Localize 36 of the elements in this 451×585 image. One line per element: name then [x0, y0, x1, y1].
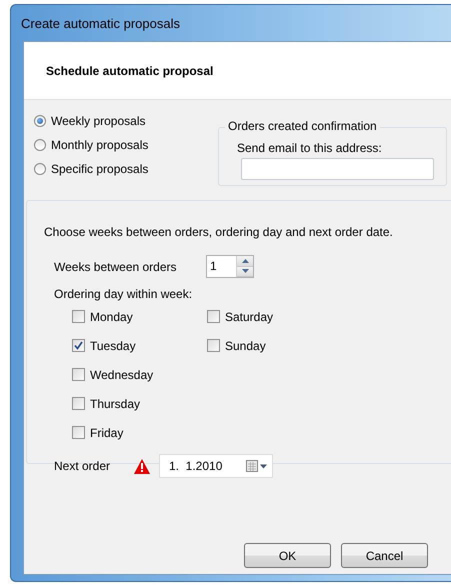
checkbox-label[interactable]: Thursday [90, 396, 140, 410]
radio-label[interactable]: Specific proposals [51, 162, 148, 176]
ok-button[interactable]: OK [244, 543, 331, 568]
checkbox-label[interactable]: Wednesday [90, 368, 154, 382]
checkbox[interactable] [72, 397, 85, 410]
instructions-text: Choose weeks between orders, ordering day and next order date. [44, 225, 394, 239]
calendar-dropdown-icon[interactable] [246, 459, 268, 473]
email-field[interactable] [241, 158, 434, 180]
weeks-spinner[interactable]: 1 [206, 255, 254, 278]
radio-label[interactable]: Monthly proposals [51, 138, 148, 152]
checkbox[interactable] [72, 426, 85, 439]
group-legend: Orders created confirmation [225, 119, 380, 133]
cancel-button[interactable]: Cancel [341, 543, 428, 568]
checkbox[interactable] [72, 339, 85, 352]
checkbox[interactable] [207, 310, 220, 323]
down-arrow-icon[interactable] [242, 269, 248, 274]
dialog-heading: Schedule automatic proposal [46, 64, 214, 78]
window-title: Create automatic proposals [21, 14, 181, 33]
checkbox-label[interactable]: Sunday [225, 338, 266, 352]
checkbox-label[interactable]: Friday [90, 426, 124, 440]
radio-button[interactable] [34, 163, 46, 175]
checkbox-label[interactable]: Monday [90, 310, 133, 324]
radio-label[interactable]: Weekly proposals [51, 114, 146, 128]
up-arrow-icon[interactable] [242, 258, 248, 263]
checkbox[interactable] [207, 339, 220, 352]
checkbox[interactable] [72, 310, 85, 323]
radio-button[interactable] [34, 139, 46, 151]
radio-button[interactable] [34, 115, 46, 127]
checkbox[interactable] [72, 368, 85, 381]
ordering-day-label: Ordering day within week: [54, 287, 194, 301]
email-label: Send email to this address: [237, 141, 382, 155]
checkbox-label[interactable]: Tuesday [90, 338, 136, 352]
date-picker[interactable]: 1. 1.2010 [159, 454, 273, 478]
checkbox-label[interactable]: Saturday [225, 310, 274, 324]
next-order-label: Next order [54, 459, 112, 473]
weeks-label: Weeks between orders [54, 260, 178, 274]
